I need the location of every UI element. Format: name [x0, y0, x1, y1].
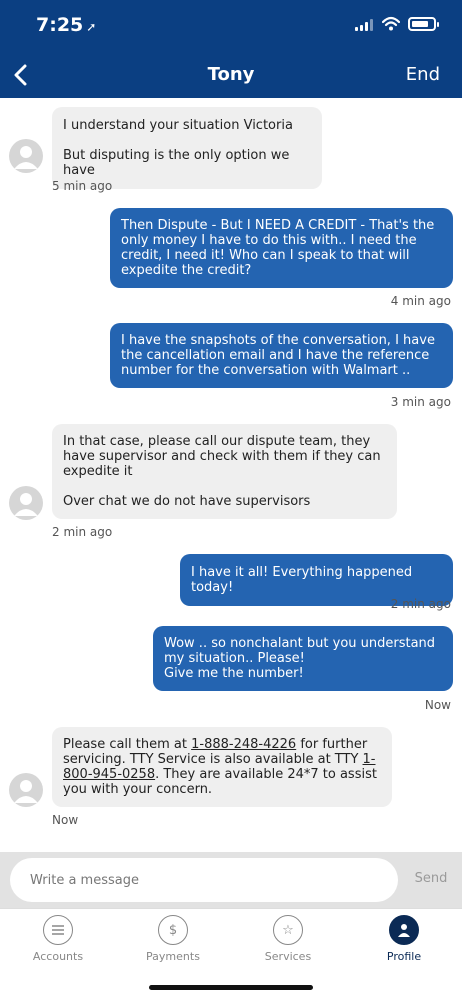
message-text: I have the snapshots of the conversation…	[121, 333, 435, 378]
message-outgoing: Then Dispute - But I NEED A CREDIT - Tha…	[110, 208, 453, 288]
battery-icon	[408, 17, 439, 31]
message-time: 2 min ago	[52, 525, 113, 539]
tab-label: Services	[264, 950, 312, 963]
home-indicator	[149, 985, 313, 990]
message-input[interactable]	[10, 858, 398, 902]
chat-title: Tony	[207, 64, 255, 85]
tab-profile[interactable]: Profile	[359, 915, 449, 963]
location-arrow-icon: ➚	[86, 20, 97, 34]
message-composer: Send	[0, 852, 462, 908]
status-time: 7:25 ➚	[36, 14, 97, 36]
agent-avatar	[9, 773, 43, 807]
message-text: I have it all! Everything happened today…	[191, 565, 413, 595]
person-icon	[389, 915, 419, 945]
chevron-left-icon	[14, 64, 27, 86]
message-outgoing: Wow .. so nonchalant but you understand …	[153, 626, 453, 691]
message-text: Then Dispute - But I NEED A CREDIT - Tha…	[121, 218, 435, 278]
chat-header: 7:25 ➚ Tony End	[0, 0, 462, 98]
message-text: Wow .. so nonchalant but you understand …	[164, 636, 436, 681]
message-bubble: Then Dispute - But I NEED A CREDIT - Tha…	[110, 208, 453, 288]
message-bubble: I have the snapshots of the conversation…	[110, 323, 453, 388]
message-time: 4 min ago	[390, 294, 451, 308]
dollar-transfer-icon: $	[158, 915, 188, 945]
tab-label: Payments	[146, 950, 200, 963]
tab-services[interactable]: ☆ Services	[243, 915, 333, 963]
message-bubble: I understand your situation Victoria But…	[52, 107, 322, 189]
message-bubble: Please call them at 1-888-248-4226 for f…	[52, 727, 392, 807]
signal-icon	[355, 19, 373, 31]
send-button[interactable]: Send	[406, 871, 456, 886]
list-icon	[43, 915, 73, 945]
end-chat-button[interactable]: End	[406, 64, 440, 85]
message-time: 5 min ago	[52, 179, 113, 193]
star-icon: ☆	[273, 915, 303, 945]
message-outgoing: I have the snapshots of the conversation…	[110, 323, 453, 388]
message-incoming: I understand your situation Victoria But…	[52, 107, 322, 189]
message-bubble: In that case, please call our dispute te…	[52, 424, 397, 519]
message-text: In that case, please call our dispute te…	[63, 434, 381, 509]
message-incoming: In that case, please call our dispute te…	[52, 424, 397, 519]
wifi-icon	[382, 16, 400, 31]
message-time: 2 min ago	[390, 597, 451, 611]
tab-payments[interactable]: $ Payments	[128, 915, 218, 963]
back-button[interactable]	[8, 60, 32, 90]
phone-link[interactable]: 1-888-248-4226	[191, 737, 296, 752]
agent-avatar	[9, 486, 43, 520]
message-text: I understand your situation Victoria But…	[63, 118, 293, 178]
message-time: Now	[424, 698, 451, 712]
message-bubble: Wow .. so nonchalant but you understand …	[153, 626, 453, 691]
message-time: 3 min ago	[390, 395, 451, 409]
agent-avatar	[9, 139, 43, 173]
message-text-part: Please call them at	[63, 737, 192, 752]
tab-accounts[interactable]: Accounts	[13, 915, 103, 963]
message-text: Please call them at 1-888-248-4226 for f…	[63, 737, 381, 797]
tab-label: Accounts	[32, 950, 84, 963]
tab-label: Profile	[386, 950, 422, 963]
message-incoming: Please call them at 1-888-248-4226 for f…	[52, 727, 392, 807]
message-time: Now	[52, 813, 79, 827]
